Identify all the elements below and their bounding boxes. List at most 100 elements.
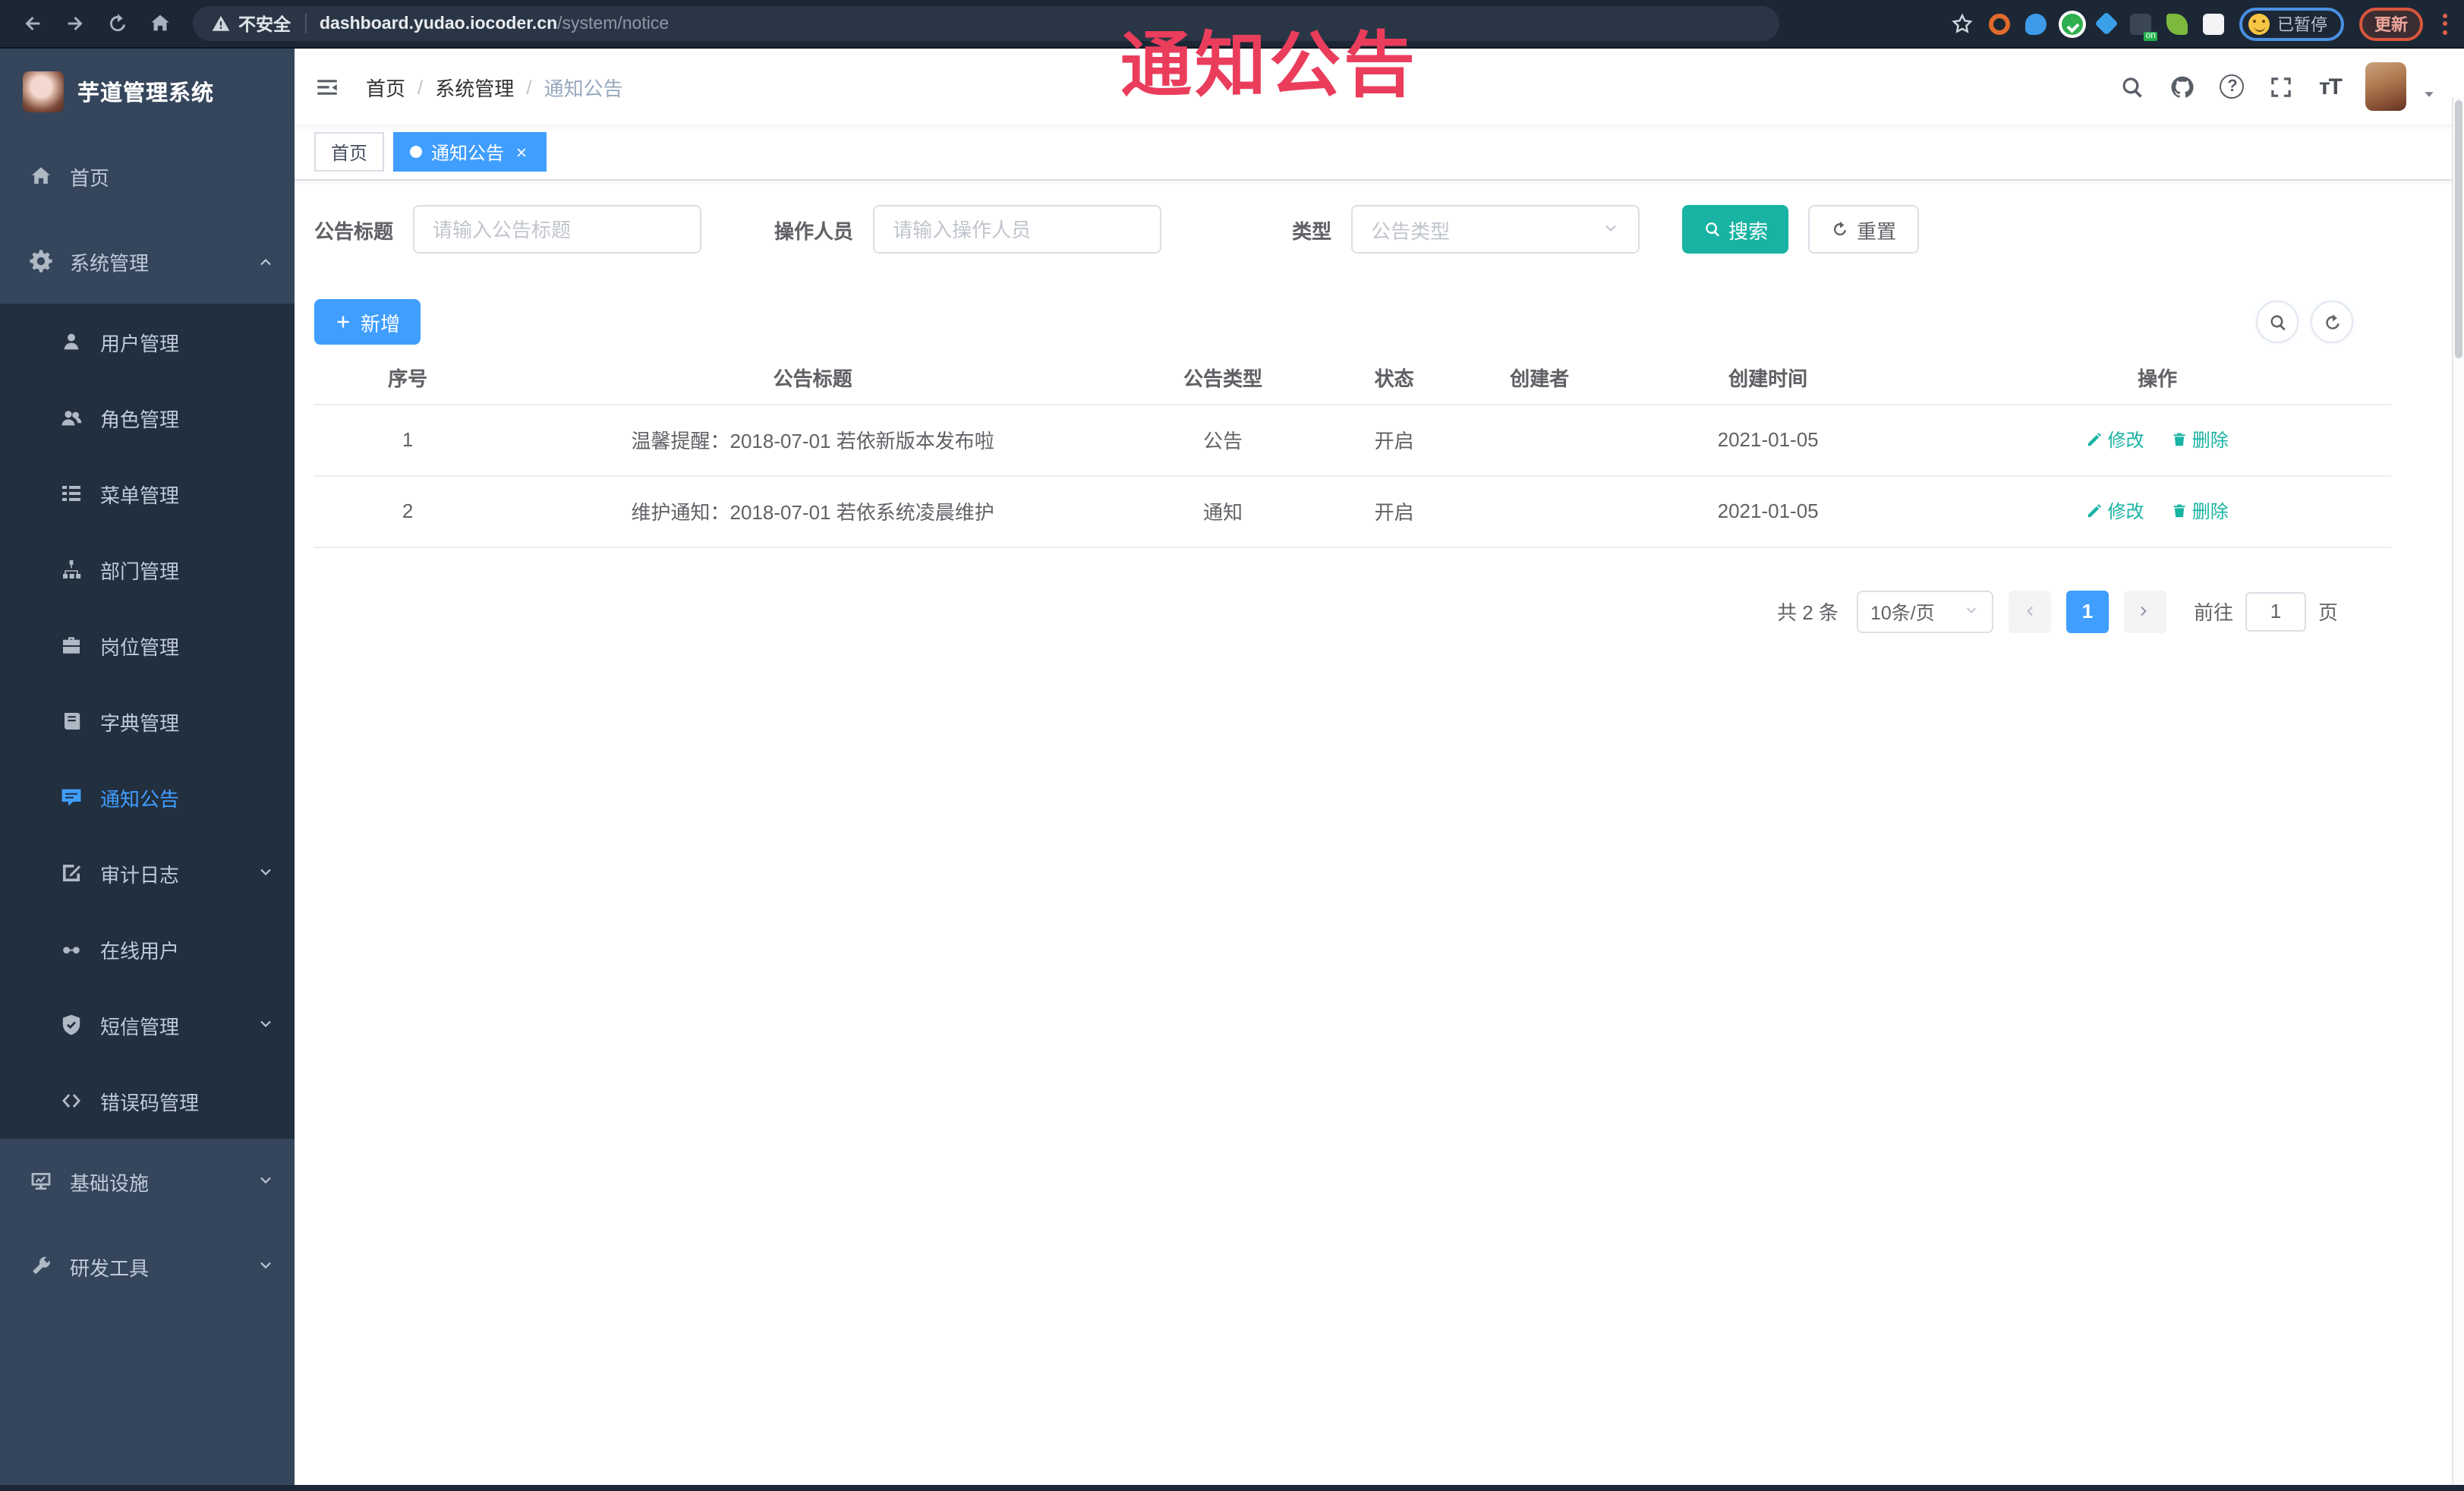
forward-icon[interactable] [64,12,87,35]
app-title: 芋道管理系统 [77,81,214,106]
infrastructure-monitor-icon [29,1169,53,1193]
sidebar: 芋道管理系统 首页 系统管理 用户管理 角色管理 菜单管理 部门管理 岗位管理 … [0,49,295,1491]
dict-book-icon [59,709,83,733]
scrollbar[interactable] [2452,97,2464,1485]
chevron-left-icon [2021,603,2038,619]
pencil-icon [2087,431,2103,448]
col-header-type: 公告类型 [1124,352,1322,405]
total-count-label: 共 2 条 [1777,601,1839,624]
cell-title: 维护通知：2018-07-01 若依系统凌晨维护 [501,475,1125,547]
sidebar-item-users[interactable]: 用户管理 [0,304,295,380]
sidebar-item-home[interactable]: 首页 [0,134,295,219]
sidebar-item-audit-log[interactable]: 审计日志 [0,835,295,911]
sidebar-item-error-codes[interactable]: 错误码管理 [0,1063,295,1139]
delete-link[interactable]: 删除 [2171,427,2229,452]
scrollbar-thumb[interactable] [2455,100,2462,358]
not-secure-warning-icon [211,14,231,33]
extension-switch-on-icon[interactable] [2130,13,2157,40]
breadcrumb-system[interactable]: 系统管理 [435,72,514,101]
sidebar-item-notice[interactable]: 通知公告 [0,759,295,835]
extension-puzzle-icon[interactable] [2203,13,2224,34]
sidebar-item-infrastructure[interactable]: 基础设施 [0,1139,295,1224]
sidebar-item-online-users[interactable]: 在线用户 [0,911,295,987]
cell-status: 开启 [1321,404,1467,476]
operator-input[interactable] [893,218,1142,241]
page-size-value: 10条/页 [1870,603,1935,624]
extension-green-check-icon[interactable] [2062,13,2083,34]
breadcrumb-separator: / [417,75,424,98]
reset-button[interactable]: 重置 [1808,205,1920,254]
fullscreen-icon[interactable] [2269,74,2295,99]
sidebar-item-label: 短信管理 [100,1015,180,1038]
breadcrumb: 首页 / 系统管理 / 通知公告 [366,72,623,101]
active-tab-dot [410,146,423,158]
search-icon[interactable] [2120,74,2146,99]
show-search-toggle-button[interactable] [2256,301,2299,343]
bookmark-star-icon[interactable] [1951,12,1974,35]
pagination: 共 2 条 10条/页 1 前往 页 [314,590,2338,632]
sidebar-item-label: 在线用户 [100,939,180,962]
page-unit-label: 页 [2317,601,2338,624]
refresh-table-button[interactable] [2311,301,2353,343]
goto-page-input[interactable] [2245,591,2306,631]
col-header-status: 状态 [1321,352,1467,405]
delete-link[interactable]: 删除 [2171,498,2229,524]
sidebar-item-posts[interactable]: 岗位管理 [0,607,295,683]
help-icon[interactable]: ? [2220,74,2245,99]
sidebar-item-departments[interactable]: 部门管理 [0,531,295,607]
browser-home-icon[interactable] [149,12,172,35]
browser-update-button[interactable]: 更新 [2359,7,2423,40]
paused-label: 已暂停 [2277,16,2327,34]
page-size-select[interactable]: 10条/页 [1856,590,1993,632]
close-tab-icon[interactable] [513,143,530,160]
sms-shield-icon [59,1013,83,1037]
extension-orange-icon[interactable] [1989,13,2010,34]
github-icon[interactable] [2170,74,2196,99]
sidebar-item-label: 岗位管理 [100,635,180,658]
sidebar-item-menus[interactable]: 菜单管理 [0,455,295,531]
prev-page-button[interactable] [2008,590,2051,632]
page-content: 公告标题 操作人员 类型 公告类型 [295,181,2464,1491]
reload-icon[interactable] [106,12,129,35]
address-bar[interactable]: 不安全 dashboard.yudao.iocoder.cn /system/n… [193,6,1779,41]
search-button-label: 搜索 [1728,219,1769,242]
screen: 不安全 dashboard.yudao.iocoder.cn /system/n… [0,0,2464,1491]
refresh-icon [2322,312,2342,332]
tab-notice[interactable]: 通知公告 [393,132,547,172]
caret-down-icon[interactable] [2421,87,2437,102]
breadcrumb-home[interactable]: 首页 [366,72,405,101]
sidebar-item-system[interactable]: 系统管理 [0,219,295,304]
browser-toolbar-right: 已暂停 更新 [1951,7,2464,40]
extension-diamond-icon[interactable] [2094,11,2119,36]
type-select-placeholder: 公告类型 [1371,219,1451,242]
edit-link[interactable]: 修改 [2087,498,2144,524]
extension-leaf-icon[interactable] [2166,13,2188,34]
page-number-button[interactable]: 1 [2065,590,2109,632]
next-page-button[interactable] [2123,590,2166,632]
sidebar-item-dict[interactable]: 字典管理 [0,683,295,759]
type-select[interactable]: 公告类型 [1351,205,1640,254]
extension-drop-icon[interactable] [2025,13,2047,34]
back-icon[interactable] [21,12,44,35]
notice-title-input[interactable] [433,218,682,241]
sidebar-collapse-icon[interactable] [314,74,340,99]
add-button[interactable]: 新增 [314,299,421,345]
sidebar-item-roles[interactable]: 角色管理 [0,380,295,455]
type-label: 类型 [1292,219,1332,242]
sidebar-item-label: 基础设施 [70,1171,150,1194]
add-button-label: 新增 [360,312,400,335]
sidebar-item-devtools[interactable]: 研发工具 [0,1224,295,1309]
app-logo-row[interactable]: 芋道管理系统 [0,49,295,134]
search-button[interactable]: 搜索 [1682,205,1789,254]
profile-paused-chip[interactable]: 已暂停 [2239,7,2344,40]
goto-page-group: 前往 页 [2194,591,2338,631]
cell-type: 公告 [1124,404,1322,476]
tab-home[interactable]: 首页 [314,132,385,172]
browser-menu-icon[interactable] [2438,13,2452,34]
font-size-icon[interactable]: тT [2319,74,2343,99]
sidebar-item-sms[interactable]: 短信管理 [0,987,295,1063]
user-avatar[interactable] [2365,62,2406,111]
edit-link[interactable]: 修改 [2087,427,2144,452]
url-host: dashboard.yudao.iocoder.cn [320,14,558,33]
edit-link-label: 修改 [2107,501,2144,522]
